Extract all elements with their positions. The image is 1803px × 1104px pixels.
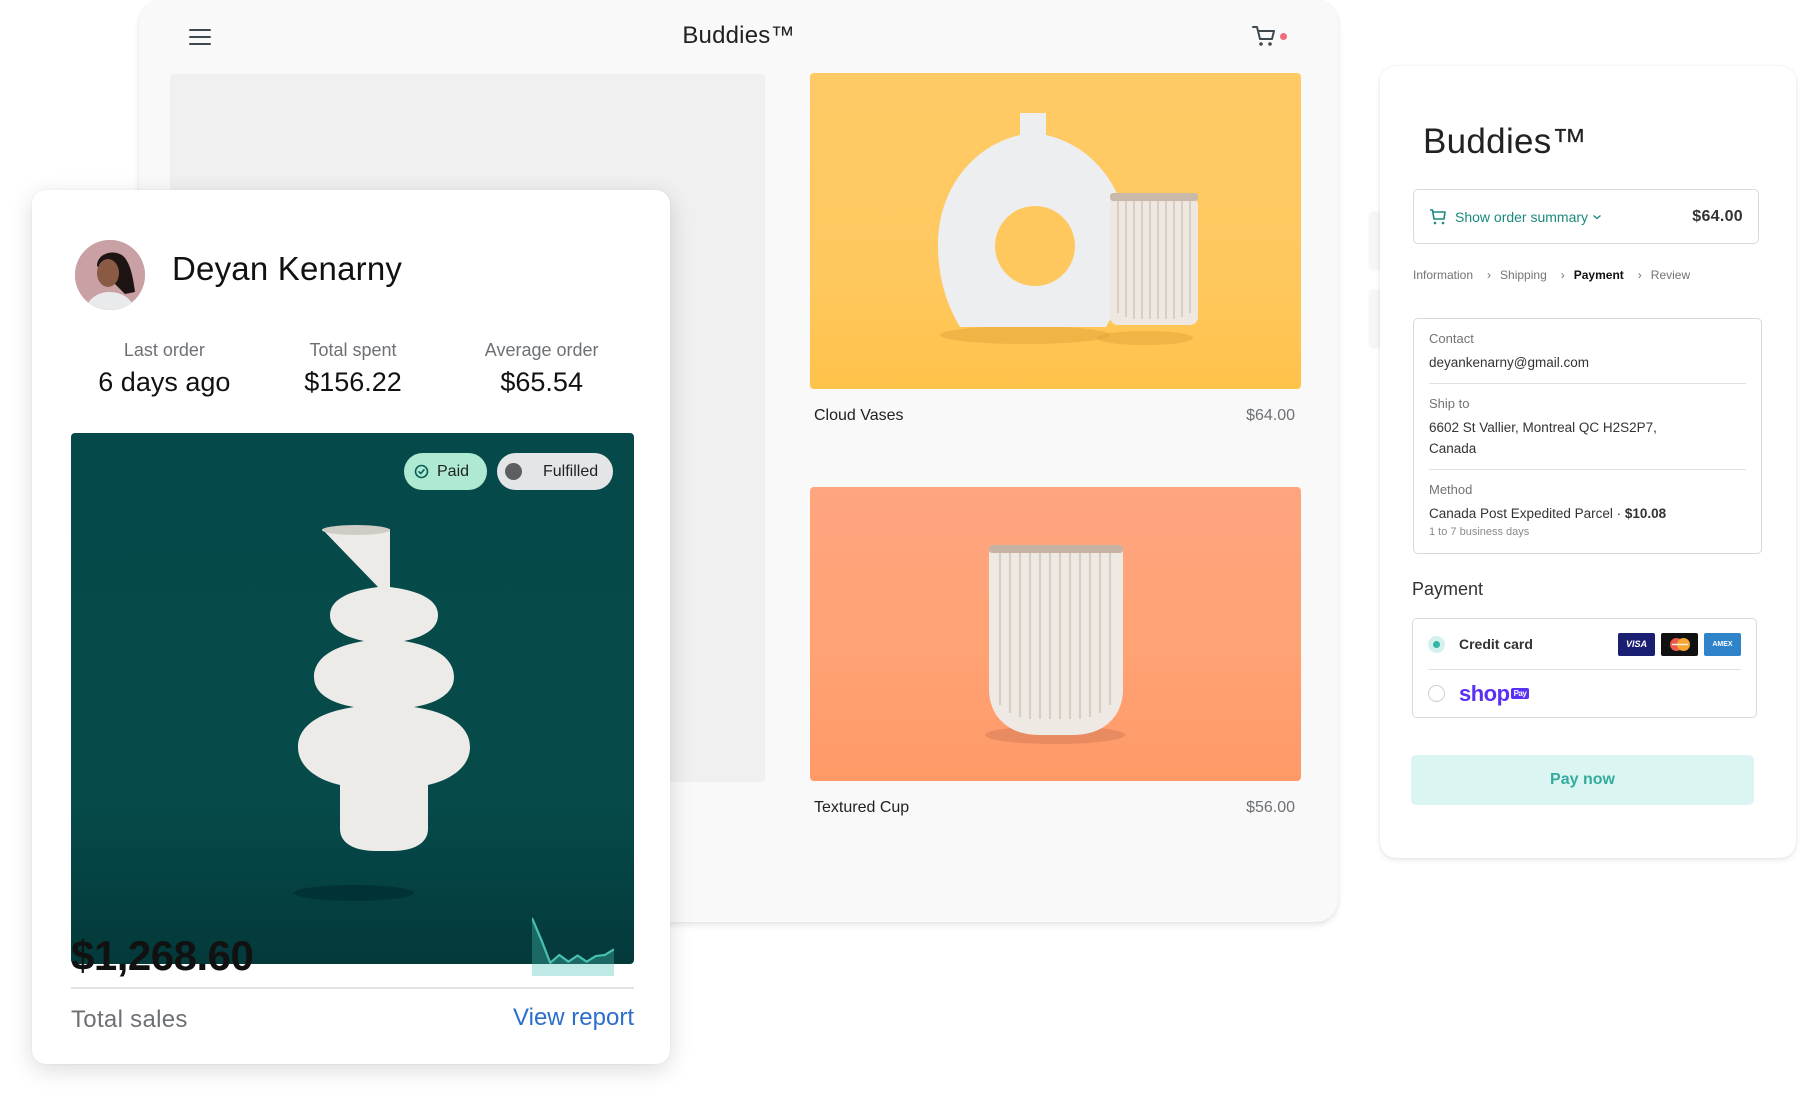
checkout-brand: Buddies™ bbox=[1423, 122, 1587, 161]
customer-stats: Last order 6 days ago Total spent $156.2… bbox=[70, 340, 636, 398]
total-sales-label: Total sales bbox=[71, 1006, 188, 1033]
ship-to-address-line2: Canada bbox=[1429, 441, 1477, 456]
shop-pay-logo: shop Pay bbox=[1459, 680, 1530, 707]
order-summary-label: Show order summary bbox=[1455, 208, 1589, 225]
ship-to-address-line1: 6602 St Vallier, Montreal QC H2S2P7, bbox=[1429, 420, 1657, 435]
avatar bbox=[75, 240, 145, 310]
stat-value: $65.54 bbox=[500, 367, 583, 397]
breadcrumb-information[interactable]: Information bbox=[1413, 268, 1473, 282]
stat-label: Average order bbox=[484, 340, 599, 360]
chevron-right-icon: › bbox=[1637, 268, 1642, 282]
check-circle-icon bbox=[414, 464, 429, 479]
product-card[interactable]: Textured Cup $56.00 bbox=[810, 487, 1301, 817]
product-name[interactable]: Cloud Vases bbox=[814, 407, 904, 425]
cloud-vases-illustration bbox=[938, 113, 1198, 345]
stat-label: Last order bbox=[123, 340, 205, 360]
product-image-textured-cup[interactable] bbox=[810, 487, 1301, 781]
fulfilled-badge[interactable]: Fulfilled bbox=[497, 453, 613, 490]
shopping-cart-icon bbox=[1430, 208, 1446, 224]
chevron-right-icon: › bbox=[1560, 268, 1565, 282]
visa-icon: VISA bbox=[1618, 632, 1655, 656]
status-dot-icon bbox=[505, 463, 522, 480]
payment-options: Credit card VISA AMEX shop Pay bbox=[1412, 618, 1757, 718]
stat-total-spent: Total spent $156.22 bbox=[259, 340, 448, 398]
payment-heading: Payment bbox=[1412, 579, 1484, 599]
shipping-method-name: Canada Post Expedited Parcel · bbox=[1429, 506, 1625, 521]
contact-label: Contact bbox=[1429, 331, 1474, 346]
chevron-right-icon: › bbox=[1487, 268, 1492, 282]
paid-badge[interactable]: Paid bbox=[404, 453, 487, 490]
radio-unselected[interactable] bbox=[1428, 685, 1445, 702]
breadcrumb-shipping[interactable]: Shipping bbox=[1500, 268, 1547, 282]
method-label: Method bbox=[1429, 482, 1473, 497]
stat-label: Total spent bbox=[309, 340, 397, 360]
breadcrumb-review: Review bbox=[1650, 268, 1691, 282]
payment-option-label: Credit card bbox=[1459, 636, 1533, 652]
wavy-vase-illustration bbox=[294, 525, 470, 901]
panel-tab bbox=[1370, 212, 1380, 270]
card-logos: VISA AMEX bbox=[1618, 632, 1741, 656]
product-price: $64.00 bbox=[1246, 407, 1295, 424]
payment-option-credit-card[interactable]: Credit card VISA AMEX bbox=[1428, 619, 1741, 669]
product-card[interactable]: Cloud Vases $64.00 bbox=[810, 73, 1301, 425]
paid-badge-label: Paid bbox=[437, 462, 470, 480]
contact-row: Contact deyankenarny@gmail.com bbox=[1429, 319, 1746, 384]
order-summary-toggle[interactable]: Show order summary $64.00 bbox=[1413, 189, 1759, 244]
order-info-box: Contact deyankenarny@gmail.com Ship to 6… bbox=[1413, 318, 1762, 554]
shipping-method: Canada Post Expedited Parcel · $10.08 bbox=[1429, 503, 1746, 524]
stat-value: 6 days ago bbox=[98, 367, 231, 397]
method-row: Method Canada Post Expedited Parcel · $1… bbox=[1429, 470, 1746, 548]
stat-last-order: Last order 6 days ago bbox=[70, 340, 259, 398]
pay-now-button[interactable]: Pay now bbox=[1411, 755, 1754, 805]
radio-selected[interactable] bbox=[1428, 635, 1445, 653]
contact-email: deyankenarny@gmail.com bbox=[1429, 355, 1590, 370]
cart-notification-dot bbox=[1280, 33, 1287, 40]
product-name[interactable]: Textured Cup bbox=[814, 799, 909, 817]
shop-pay-badge: Pay bbox=[1510, 688, 1530, 699]
chevron-down-icon bbox=[1593, 214, 1601, 219]
shipping-eta: 1 to 7 business days bbox=[1429, 526, 1530, 538]
payment-option-shop-pay[interactable]: shop Pay bbox=[1428, 669, 1741, 717]
ship-to-label: Ship to bbox=[1429, 396, 1470, 411]
stat-value: $156.22 bbox=[304, 367, 402, 397]
ship-to-row: Ship to 6602 St Vallier, Montreal QC H2S… bbox=[1429, 384, 1746, 470]
panel-tab bbox=[1370, 290, 1380, 348]
order-total: $64.00 bbox=[1692, 207, 1743, 225]
shopping-cart-icon[interactable] bbox=[1251, 24, 1277, 48]
sales-sparkline bbox=[532, 917, 614, 976]
store-title: Buddies™ bbox=[682, 22, 795, 49]
view-report-link[interactable]: View report bbox=[513, 1004, 634, 1032]
checkout-panel: Buddies™ Show order summary $64.00 Infor… bbox=[1380, 66, 1796, 858]
shop-pay-wordmark: shop bbox=[1459, 680, 1510, 706]
textured-cup-illustration bbox=[985, 545, 1125, 744]
total-sales-value: $1,268.60 bbox=[71, 932, 254, 979]
breadcrumb-payment: Payment bbox=[1573, 268, 1624, 282]
fulfilled-badge-label: Fulfilled bbox=[543, 462, 599, 480]
amex-icon: AMEX bbox=[1704, 632, 1741, 656]
customer-card: Deyan Kenarny Last order 6 days ago Tota… bbox=[32, 190, 670, 1064]
order-product-image: Paid Fulfilled bbox=[71, 433, 634, 964]
product-image-cloud-vases[interactable] bbox=[810, 73, 1301, 389]
mastercard-icon bbox=[1661, 632, 1698, 656]
customer-photo bbox=[75, 240, 145, 310]
product-price: $56.00 bbox=[1246, 799, 1295, 816]
customer-name: Deyan Kenarny bbox=[172, 250, 403, 287]
divider bbox=[71, 987, 634, 989]
shipping-method-price: $10.08 bbox=[1624, 506, 1667, 521]
stat-average-order: Average order $65.54 bbox=[447, 340, 636, 398]
breadcrumb: Information › Shipping › Payment › Revie… bbox=[1413, 268, 1690, 282]
